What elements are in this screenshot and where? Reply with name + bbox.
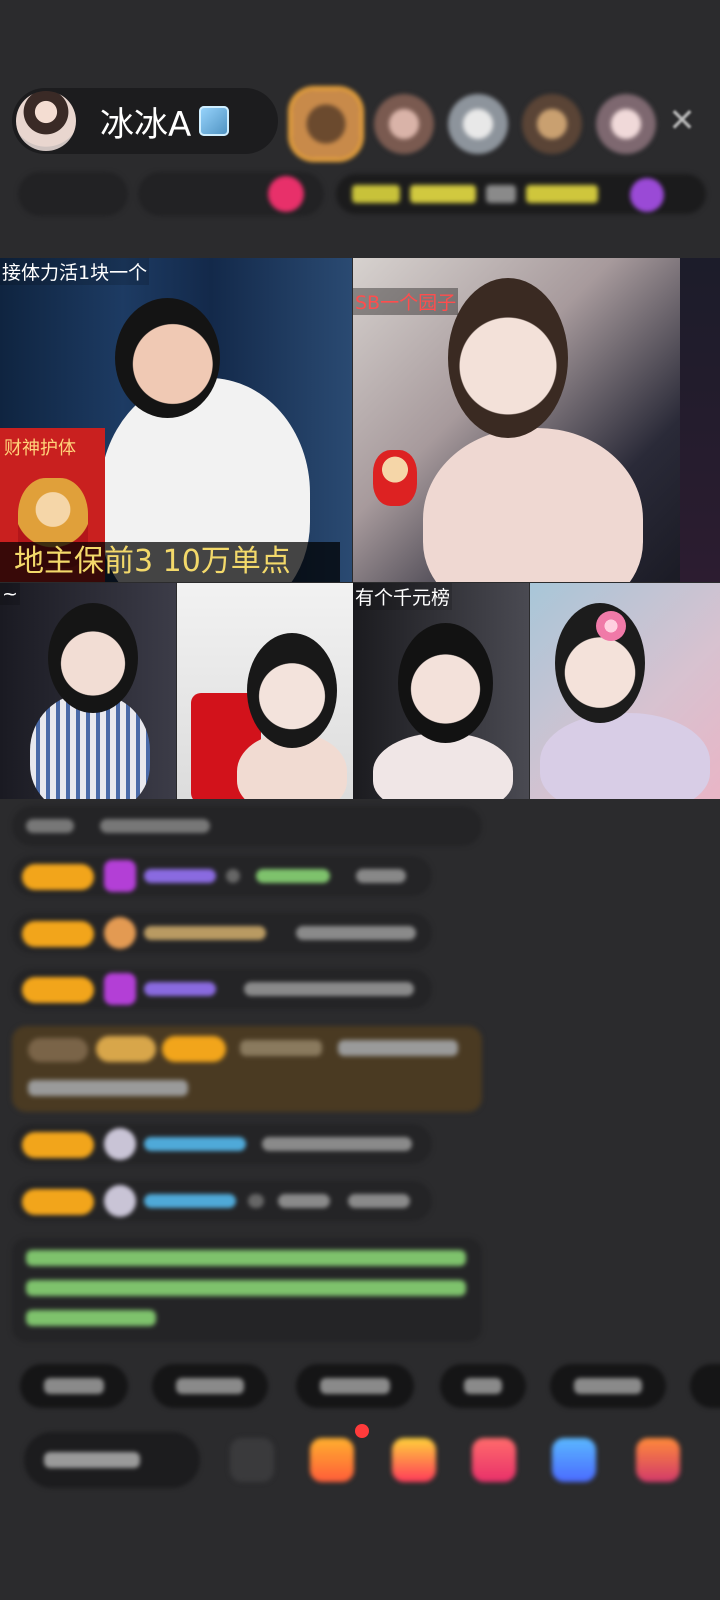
host-info[interactable]: 冰冰A — [12, 88, 278, 154]
viewer-avatars — [292, 90, 656, 158]
viewer-avatar[interactable] — [596, 94, 656, 154]
streamer-head — [448, 278, 568, 438]
chat-message — [12, 1181, 432, 1221]
level-badge — [22, 1189, 94, 1215]
tile-caption: 接体力活1块一个 — [0, 258, 150, 285]
lottery-icon[interactable] — [392, 1438, 436, 1482]
chat-message — [12, 969, 432, 1009]
diamond-icon — [104, 860, 136, 892]
more-icon[interactable] — [636, 1438, 680, 1482]
video-tile-1[interactable]: 财神护体 接体力活1块一个 地主保前3 10万单点 — [0, 258, 352, 582]
fan-club-icon[interactable] — [630, 178, 664, 212]
level-badge — [22, 1132, 94, 1158]
gift-icon[interactable] — [268, 176, 304, 212]
tile-caption: SB一个园子 — [353, 288, 459, 315]
lucky-icon — [373, 450, 417, 506]
user-icon — [104, 1185, 136, 1217]
level-badge — [22, 921, 94, 947]
level-badge — [22, 977, 94, 1003]
video-tile-2[interactable]: SB一个园子 — [353, 258, 680, 582]
gift-box-icon[interactable] — [310, 1438, 354, 1482]
quick-reply[interactable] — [296, 1364, 414, 1408]
ice-cube-icon — [199, 106, 230, 136]
viewer-avatar[interactable] — [448, 94, 508, 154]
system-notice — [12, 1238, 482, 1342]
close-icon[interactable]: ✕ — [662, 100, 702, 140]
live-room-screen: 冰冰A ✕ 财神护体 接体力活1块一个 地主保前3 10万单点 SB一个园子 ~… — [0, 0, 720, 1600]
streamer-head — [115, 298, 220, 418]
share-icon[interactable] — [552, 1438, 596, 1482]
emoji-icon[interactable] — [230, 1438, 274, 1482]
streamer-head — [398, 623, 493, 743]
host-avatar[interactable] — [16, 91, 76, 151]
video-tile-3[interactable]: ~ — [0, 583, 176, 799]
level-badge — [22, 864, 94, 890]
tile-banner: 地主保前3 10万单点 — [0, 542, 340, 582]
side-strip — [680, 258, 720, 582]
user-icon — [104, 1128, 136, 1160]
hair-flower-icon — [596, 611, 626, 641]
viewer-avatar[interactable] — [292, 90, 360, 158]
quick-reply[interactable] — [440, 1364, 526, 1408]
chat-message — [12, 1124, 432, 1164]
fan-badge-icon — [104, 917, 136, 949]
video-tile-5[interactable]: 有个千元榜 — [353, 583, 529, 799]
info-row — [18, 172, 708, 216]
host-name: 冰冰A — [100, 104, 192, 145]
video-tile-6[interactable] — [530, 583, 720, 799]
streamer-figure — [540, 713, 710, 799]
streamer-head — [48, 603, 138, 713]
chat-input[interactable] — [24, 1432, 200, 1488]
tile-caption: ~ — [0, 583, 20, 605]
quick-reply[interactable] — [152, 1364, 268, 1408]
video-tile-4[interactable] — [177, 583, 353, 799]
popularity-chip[interactable] — [18, 172, 128, 216]
streamer-figure — [423, 428, 643, 582]
viewer-avatar[interactable] — [374, 94, 434, 154]
quick-reply[interactable] — [550, 1364, 666, 1408]
chat-message — [12, 806, 482, 846]
notification-dot — [355, 1424, 369, 1438]
quick-reply[interactable] — [20, 1364, 128, 1408]
tile-caption: 有个千元榜 — [353, 583, 453, 610]
diamond-icon — [104, 973, 136, 1005]
viewer-avatar[interactable] — [522, 94, 582, 154]
chat-message — [12, 913, 432, 953]
quick-reply[interactable] — [690, 1364, 720, 1408]
chat-message — [12, 856, 432, 896]
vip-message — [12, 1026, 482, 1112]
streamer-head — [247, 633, 337, 748]
heart-icon[interactable] — [472, 1438, 516, 1482]
